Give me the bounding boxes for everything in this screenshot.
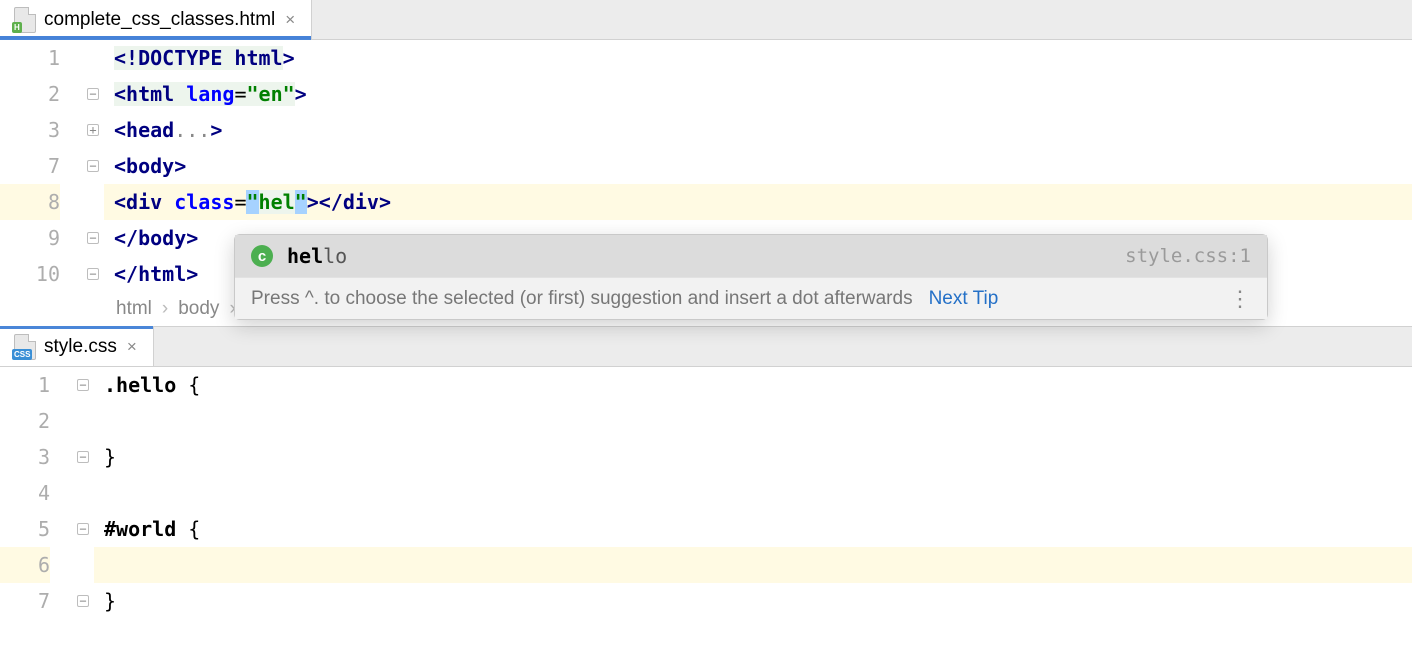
more-icon[interactable]: ⋮ — [1229, 288, 1251, 310]
code-line-active[interactable]: <div class="hel"></div> — [104, 184, 1412, 220]
breadcrumb-item[interactable]: body — [178, 292, 219, 326]
tab-label: complete_css_classes.html — [44, 9, 275, 31]
tab-label: style.css — [44, 336, 117, 358]
top-fold-column: − + − − − — [82, 40, 104, 292]
fold-toggle-icon[interactable]: − — [87, 160, 99, 172]
hint-text: Press ^. to choose the selected (or firs… — [251, 288, 913, 310]
code-line[interactable]: <html lang="en"> — [104, 76, 1412, 112]
html-file-icon: H — [14, 9, 36, 31]
fold-toggle-icon[interactable]: − — [87, 232, 99, 244]
code-line[interactable]: } — [94, 439, 1412, 475]
bottom-code-area[interactable]: 1 2 3 4 5 6 7 − − − − .hello { } #world … — [0, 367, 1412, 619]
autocomplete-text: hello — [287, 244, 347, 268]
close-icon[interactable]: × — [125, 335, 139, 359]
code-line[interactable]: <!DOCTYPE html> — [104, 40, 1412, 76]
tab-css-file[interactable]: CSS style.css × — [0, 327, 154, 366]
close-icon[interactable]: × — [283, 8, 297, 32]
fold-toggle-icon[interactable]: − — [77, 451, 89, 463]
code-line[interactable]: .hello { — [94, 367, 1412, 403]
code-line-active[interactable] — [94, 547, 1412, 583]
bottom-fold-column: − − − − — [72, 367, 94, 619]
top-tab-bar: H complete_css_classes.html × — [0, 0, 1412, 40]
css-file-icon: CSS — [14, 336, 36, 358]
code-line[interactable] — [94, 403, 1412, 439]
fold-toggle-icon[interactable]: − — [87, 268, 99, 280]
bottom-tab-bar: CSS style.css × — [0, 327, 1412, 367]
fold-toggle-icon[interactable]: − — [77, 595, 89, 607]
next-tip-link[interactable]: Next Tip — [929, 288, 999, 310]
bottom-gutter: 1 2 3 4 5 6 7 — [0, 367, 72, 619]
code-line[interactable] — [94, 475, 1412, 511]
code-line[interactable]: <head...> — [104, 112, 1412, 148]
class-icon: c — [251, 245, 273, 267]
autocomplete-item[interactable]: c hello style.css:1 — [235, 235, 1267, 277]
fold-toggle-icon[interactable]: − — [87, 88, 99, 100]
code-line[interactable]: #world { — [94, 511, 1412, 547]
bottom-editor-pane: CSS style.css × 1 2 3 4 5 6 7 − − − − .h… — [0, 327, 1412, 619]
bottom-code-lines[interactable]: .hello { } #world { } — [94, 367, 1412, 619]
top-gutter: 1 2 3 7 8 9 10 — [0, 40, 82, 292]
autocomplete-source: style.css:1 — [1125, 245, 1251, 267]
code-line[interactable]: } — [94, 583, 1412, 619]
code-line[interactable]: <body> — [104, 148, 1412, 184]
chevron-right-icon: › — [162, 292, 168, 326]
breadcrumb-item[interactable]: html — [116, 292, 152, 326]
fold-toggle-icon[interactable]: − — [77, 379, 89, 391]
autocomplete-footer: Press ^. to choose the selected (or firs… — [235, 277, 1267, 319]
tab-html-file[interactable]: H complete_css_classes.html × — [0, 0, 312, 39]
fold-toggle-icon[interactable]: − — [77, 523, 89, 535]
autocomplete-popup: c hello style.css:1 Press ^. to choose t… — [234, 234, 1268, 320]
fold-toggle-icon[interactable]: + — [87, 124, 99, 136]
